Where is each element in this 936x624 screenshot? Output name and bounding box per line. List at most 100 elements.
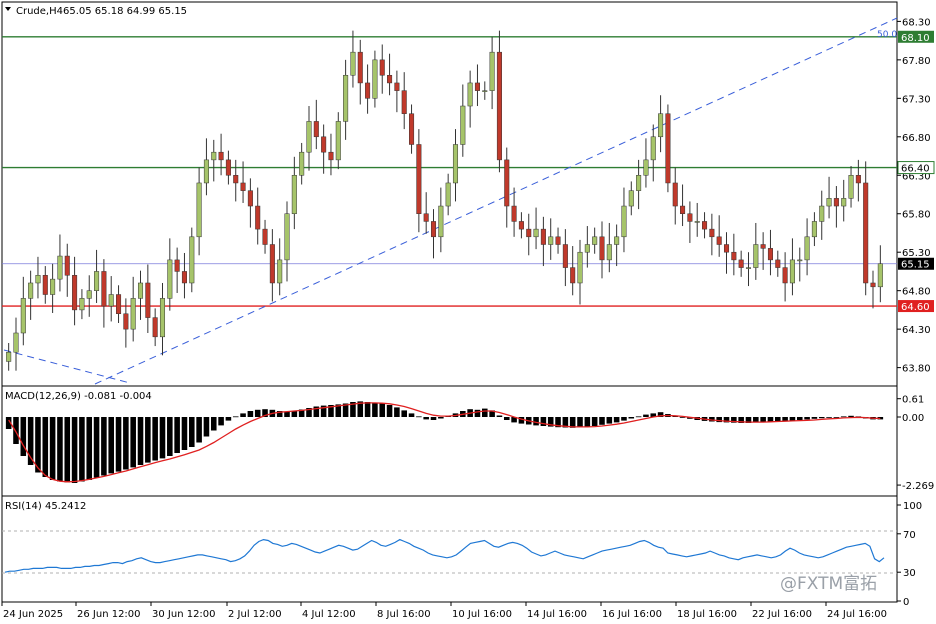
candle-body [42,275,48,295]
candle-body [687,213,693,222]
macd-bar [848,415,854,417]
macd-bar [108,417,114,474]
macd-bar [482,408,488,417]
y-tick-label: 67.30 [902,94,931,105]
candle-body [145,282,151,318]
candle-body [577,251,583,284]
rsi-title: RSI(14) 45.2412 [5,501,86,512]
y-tick-label: 65.30 [902,248,931,259]
candle-body [189,236,195,284]
macd-bar [232,416,239,418]
candle-body [72,275,78,311]
candle-body [57,255,63,280]
x-tick-label: 8 Jul 16:00 [377,609,431,620]
y-tick-label: 68.30 [902,17,931,28]
candle-body [833,198,839,207]
macd-bar [145,417,151,463]
y-tick-label: 64.80 [902,287,931,298]
candle-body [863,182,869,284]
candle-body [137,282,144,299]
macd-bar [789,417,796,421]
ohlc-readout: 65.05 65.18 64.99 65.15 [63,6,187,17]
macd-bar [599,417,605,425]
macd-bar [79,417,85,482]
candle-body [614,236,620,245]
candle-body [789,259,795,284]
y-tick-label: 64.30 [902,325,931,336]
candle-body [636,175,642,191]
candle-down [665,104,671,193]
candle-body [877,263,883,288]
x-tick-label: 14 Jul 16:00 [527,609,587,620]
level-tag-label: 64.60 [901,302,930,313]
candle-body [665,113,671,184]
y-tick-label: 63.80 [902,364,931,375]
candle-body [775,259,781,268]
candle-body [108,294,114,307]
candle-body [658,113,664,138]
macd-bar [423,417,429,420]
candle-body [709,228,715,238]
candle-body [372,59,378,99]
candle-body [460,105,466,145]
candle-body [291,175,297,214]
candle-body [760,244,766,249]
candle-body [797,259,803,262]
macd-tick-label: 0.61 [902,395,924,406]
candle-body [438,205,444,238]
macd-bar [203,417,210,437]
candle-up [189,227,195,293]
candle-body [738,259,744,268]
candle-body [262,228,268,245]
macd-bar [826,417,832,418]
macd-bar [811,417,818,419]
candle-body [526,228,532,238]
watermark: @FXTM富拓 [780,574,877,594]
x-tick-label: 26 Jun 12:00 [77,609,141,620]
macd-bar [49,417,56,480]
macd-bar [167,417,173,456]
rsi-tick-label: 100 [903,501,922,512]
macd-bar [174,417,180,453]
macd-bar [621,417,627,421]
macd-bar [796,417,803,420]
y-tick-label: 67.80 [902,56,931,67]
macd-bar [643,414,649,417]
candle-body [79,298,85,311]
level-tag-label: 65.15 [901,260,930,271]
macd-bar [20,417,27,456]
candle-body [548,236,554,245]
macd-bar [196,417,202,443]
macd-bar [152,417,158,461]
chart-canvas: 68.3067.8067.3066.8066.3065.8065.3064.80… [0,0,936,624]
candle-body [452,144,459,184]
candle-body [628,190,634,207]
candle-body [467,82,473,107]
macd-bar [189,417,195,447]
candle-body [716,236,722,245]
candle-body [870,282,876,288]
candle-body [496,51,502,161]
rsi-tick-label: 30 [903,568,916,579]
candle-body [643,159,649,176]
candle-body [409,113,415,145]
macd-bar [181,417,188,450]
candle-body [745,267,752,269]
candle-body [423,213,429,222]
candle-body [482,90,488,92]
macd-bar [57,417,63,482]
macd-bar [64,417,71,483]
candle-body [269,244,275,284]
candle-body [841,198,847,207]
x-tick-label: 24 Jul 16:00 [827,609,887,620]
candle-body [343,74,349,122]
candle-body [64,255,70,276]
candle-body [533,228,539,238]
macd-bar [225,417,232,421]
candle-body [277,259,283,284]
candle-body [328,151,334,161]
candle-body [152,317,158,338]
macd-bar [577,417,583,428]
candle-body [247,190,253,207]
candle-body [650,136,656,161]
